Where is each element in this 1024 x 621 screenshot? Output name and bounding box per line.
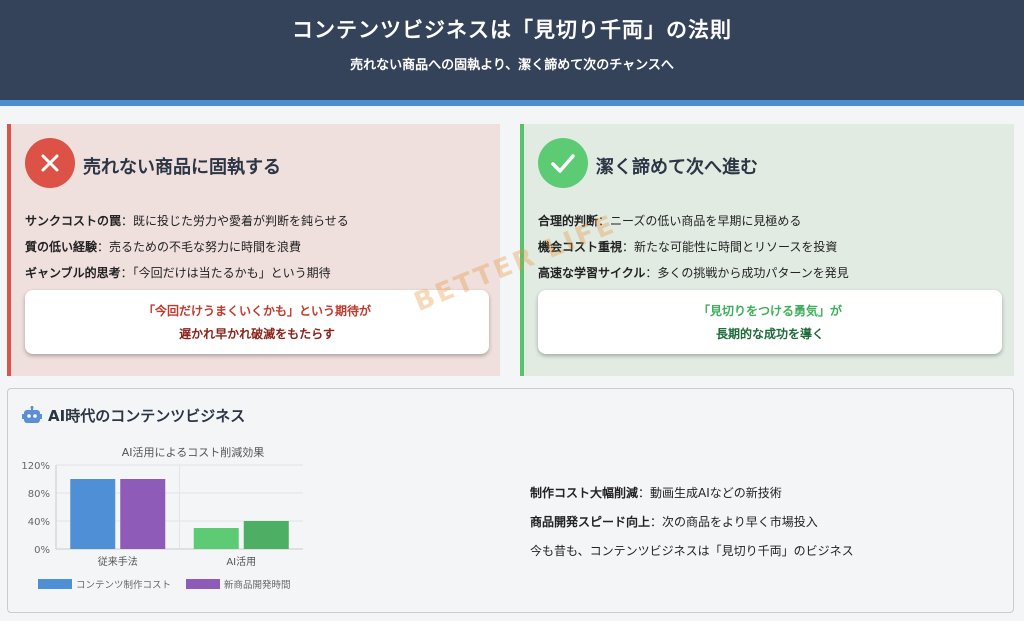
y-tick-label: 0% <box>34 545 50 556</box>
callout-line-1: 「見切りをつける勇気」が <box>697 304 842 318</box>
bullet-text: ：既に投じた労力や愛着が判断を鈍らせる <box>121 214 349 228</box>
bar <box>70 479 116 549</box>
page-header: コンテンツビジネスは「見切り千両」の法則 売れない商品への固執より、潔く諦めて次… <box>0 0 1024 100</box>
x-tick-label: AI活用 <box>226 556 256 568</box>
bullet-text: ：多くの挑戦から成功パターンを発見 <box>645 266 849 280</box>
panel-title: 潔く諦めて次へ進む <box>596 157 758 178</box>
ai-point: 商品開発スピード向上：次の商品をより早く市場投入 <box>530 508 854 537</box>
legend-swatch <box>186 579 220 589</box>
ai-point-list: 制作コスト大幅削減：動画生成AIなどの新技術 商品開発スピード向上：次の商品をよ… <box>530 479 854 566</box>
bar <box>120 479 166 549</box>
bullet-item: 質の低い経験：売るための不毛な努力に時間を浪費 <box>25 234 495 260</box>
bullet-text: ：「今回だけは当たるかも」という期待 <box>120 266 331 280</box>
panel-cling: 売れない商品に固執する サンクコストの罠：既に投じた労力や愛着が判断を鈍らせる … <box>7 124 500 376</box>
section-title: AI時代のコンテンツビジネス <box>48 407 246 425</box>
bar-chart: 0% 40% 80% 120% 従来手法 AI活用コンテンツ制作コスト 新商品開発時間 <box>21 461 303 591</box>
bullet-term: 質の低い経験 <box>25 240 98 254</box>
warning-callout: 「今回だけうまくいくかも」という期待が 遅かれ早かれ破滅をもたらす <box>25 290 489 354</box>
callout-line-1: 「今回だけうまくいくかも」という期待が <box>142 304 371 318</box>
x-icon <box>25 138 75 188</box>
ai-point-term: 制作コスト大幅削減 <box>530 486 639 500</box>
panel-move-on: 潔く諦めて次へ進む 合理的判断：ニーズの低い商品を早期に見極める 機会コスト重視… <box>520 124 1014 376</box>
legend-swatch <box>38 579 72 589</box>
bullet-item: 合理的判断：ニーズの低い商品を早期に見極める <box>538 208 1008 234</box>
y-tick-label: 80% <box>28 489 50 500</box>
panel-title: 売れない商品に固執する <box>83 157 281 178</box>
bullet-list: 合理的判断：ニーズの低い商品を早期に見極める 機会コスト重視：新たな可能性に時間… <box>538 208 1008 286</box>
bullet-item: ギャンブル的思考：「今回だけは当たるかも」という期待 <box>25 260 495 286</box>
bullet-item: サンクコストの罠：既に投じた労力や愛着が判断を鈍らせる <box>25 208 495 234</box>
ai-point-term: 商品開発スピード向上 <box>530 515 651 529</box>
callout-line-2: 長期的な成功を導く <box>715 327 824 341</box>
x-tick-label: 従来手法 <box>98 555 138 568</box>
bullet-term: ギャンブル的思考 <box>25 266 121 280</box>
chart-title: AI活用によるコスト削減効果 <box>121 446 265 459</box>
check-icon <box>538 138 588 188</box>
bullet-list: サンクコストの罠：既に投じた労力や愛着が判断を鈍らせる 質の低い経験：売るための… <box>25 208 495 286</box>
header-accent-stripe <box>0 100 1024 106</box>
bullet-text: ：新たな可能性に時間とリソースを投資 <box>622 240 838 254</box>
legend-label: 新商品開発時間 <box>224 579 291 591</box>
bar <box>193 528 239 549</box>
ai-section: AI時代のコンテンツビジネス AI活用によるコスト削減効果 0% 40% 80% 12… <box>7 388 1014 613</box>
ai-point-text: ：動画生成AIなどの新技術 <box>638 486 782 500</box>
bullet-term: 高速な学習サイクル <box>538 266 646 280</box>
robot-icon <box>22 406 42 423</box>
y-tick-label: 120% <box>21 461 50 472</box>
callout-line-2: 遅かれ早かれ破滅をもたらす <box>179 327 335 341</box>
bullet-term: サンクコストの罠 <box>25 214 122 228</box>
legend-label: コンテンツ制作コスト <box>76 579 171 591</box>
ai-point: 今も昔も、コンテンツビジネスは「見切り千両」のビジネス <box>530 537 854 566</box>
page-title: コンテンツビジネスは「見切り千両」の法則 <box>292 18 732 42</box>
bullet-item: 高速な学習サイクル：多くの挑戦から成功パターンを発見 <box>538 260 1008 286</box>
ai-point: 制作コスト大幅削減：動画生成AIなどの新技術 <box>530 479 854 508</box>
ai-point-text: ：次の商品をより早く市場投入 <box>650 515 818 529</box>
bar <box>243 521 289 549</box>
bullet-term: 合理的判断 <box>538 214 599 228</box>
bullet-item: 機会コスト重視：新たな可能性に時間とリソースを投資 <box>538 234 1008 260</box>
bullet-term: 機会コスト重視 <box>538 240 623 254</box>
bullet-text: ：売るための不毛な努力に時間を浪費 <box>97 240 302 254</box>
ai-point-text: 今も昔も、コンテンツビジネスは「見切り千両」のビジネス <box>530 544 854 558</box>
page-subtitle: 売れない商品への固執より、潔く諦めて次のチャンスへ <box>350 58 674 73</box>
success-callout: 「見切りをつける勇気」が 長期的な成功を導く <box>538 290 1002 354</box>
y-tick-label: 40% <box>28 517 50 528</box>
bullet-text: ：ニーズの低い商品を早期に見極める <box>598 214 802 228</box>
